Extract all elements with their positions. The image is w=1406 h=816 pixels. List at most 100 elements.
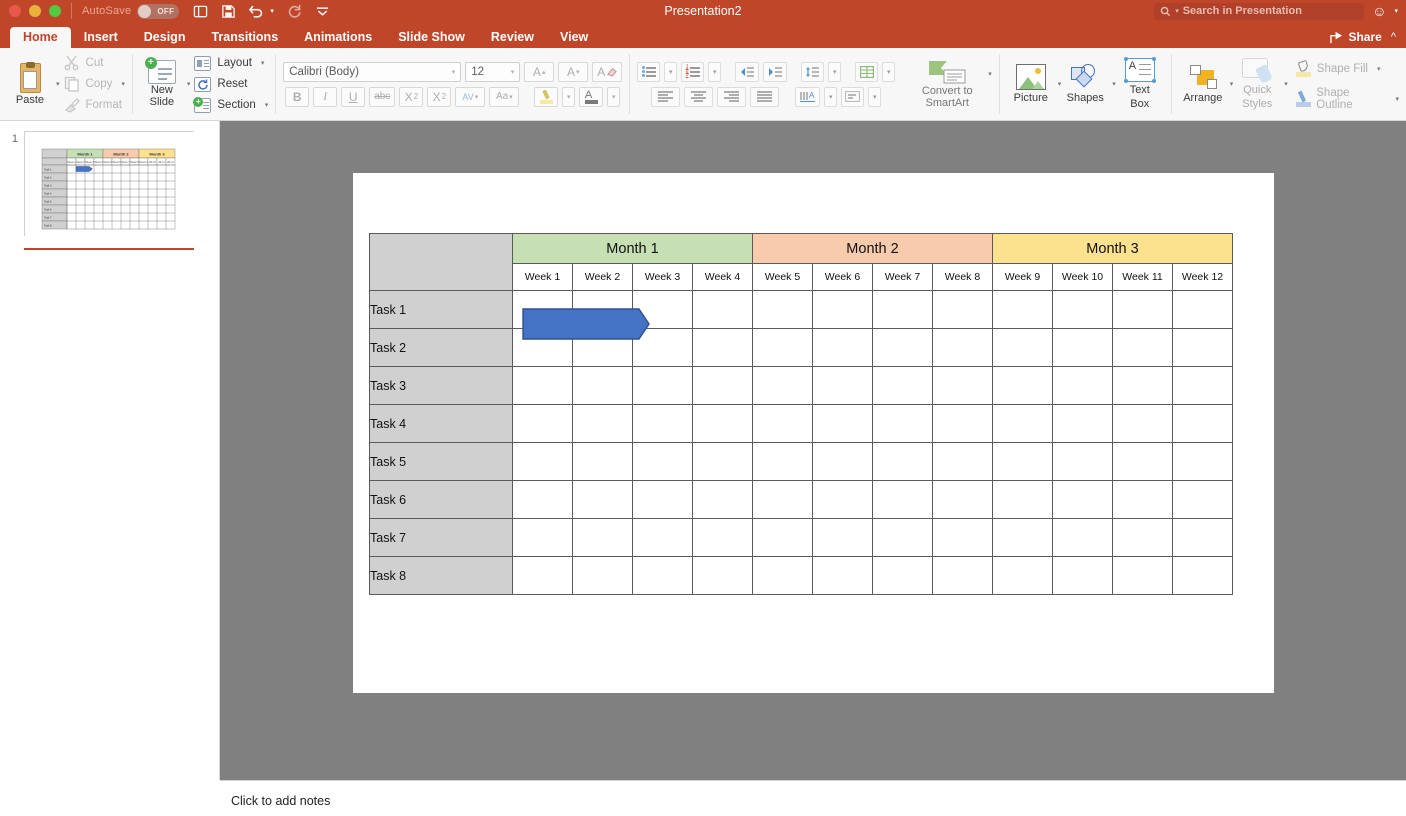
cell-t1-w7[interactable]: [873, 291, 933, 329]
text-direction-button[interactable]: A: [795, 87, 820, 107]
cell-t2-w1[interactable]: [513, 329, 573, 367]
tab-transitions[interactable]: Transitions: [198, 27, 291, 49]
cell-t6-w1[interactable]: [513, 481, 573, 519]
character-spacing-button[interactable]: AV▾: [455, 87, 485, 107]
increase-indent-button[interactable]: [763, 62, 787, 82]
reset-button[interactable]: Reset: [194, 75, 268, 93]
tab-slide-show[interactable]: Slide Show: [385, 27, 478, 49]
cell-t7-w7[interactable]: [873, 519, 933, 557]
search-dropdown-caret[interactable]: ▾: [1175, 7, 1179, 15]
cell-t6-w7[interactable]: [873, 481, 933, 519]
cell-t8-w7[interactable]: [873, 557, 933, 595]
cell-t8-w1[interactable]: [513, 557, 573, 595]
week-header-6[interactable]: Week 6: [813, 264, 873, 291]
autosave-toggle[interactable]: OFF: [137, 4, 179, 19]
tab-design[interactable]: Design: [131, 27, 199, 49]
cell-t5-w10[interactable]: [1053, 443, 1113, 481]
week-header-11[interactable]: Week 11: [1113, 264, 1173, 291]
cell-t2-w12[interactable]: [1173, 329, 1233, 367]
bullet-dropdown-caret[interactable]: ▾: [664, 62, 677, 82]
tab-insert[interactable]: Insert: [71, 27, 131, 49]
cell-t7-w5[interactable]: [753, 519, 813, 557]
cell-t6-w11[interactable]: [1113, 481, 1173, 519]
font-color-dropdown-caret[interactable]: ▾: [607, 87, 620, 107]
notes-pane[interactable]: Click to add notes: [220, 780, 1406, 816]
cell-t7-w10[interactable]: [1053, 519, 1113, 557]
cell-t1-w8[interactable]: [933, 291, 993, 329]
undo-dropdown-caret[interactable]: ▾: [270, 7, 274, 15]
cell-t7-w4[interactable]: [693, 519, 753, 557]
cell-t1-w4[interactable]: [693, 291, 753, 329]
cell-t2-w4[interactable]: [693, 329, 753, 367]
format-painter-button[interactable]: Format: [64, 96, 125, 114]
task-label-4[interactable]: Task 4: [370, 405, 513, 443]
clear-formatting-button[interactable]: A: [592, 62, 622, 82]
copy-dropdown-caret[interactable]: ▾: [121, 80, 125, 88]
week-header-9[interactable]: Week 9: [993, 264, 1053, 291]
cell-t7-w12[interactable]: [1173, 519, 1233, 557]
cell-t2-w7[interactable]: [873, 329, 933, 367]
bullet-list-button[interactable]: [637, 62, 660, 82]
cell-t3-w12[interactable]: [1173, 367, 1233, 405]
underline-button[interactable]: U: [341, 87, 365, 107]
copy-button[interactable]: Copy ▾: [64, 75, 125, 93]
cell-t7-w2[interactable]: [573, 519, 633, 557]
cell-t8-w5[interactable]: [753, 557, 813, 595]
cell-t3-w11[interactable]: [1113, 367, 1173, 405]
cell-t1-w5[interactable]: [753, 291, 813, 329]
section-dropdown-caret[interactable]: ▾: [265, 101, 269, 109]
cut-button[interactable]: Cut: [64, 54, 125, 72]
cell-t8-w9[interactable]: [993, 557, 1053, 595]
cell-t4-w2[interactable]: [573, 405, 633, 443]
line-spacing-dropdown-caret[interactable]: ▾: [828, 62, 841, 82]
text-box-button[interactable]: A Text Box: [1116, 58, 1164, 110]
align-left-button[interactable]: [651, 87, 680, 107]
slide-thumbnail-pane[interactable]: 1 Month 1 Month 2 Month 3: [0, 121, 220, 780]
align-text-button[interactable]: [841, 87, 864, 107]
cell-t4-w11[interactable]: [1113, 405, 1173, 443]
cell-t4-w8[interactable]: [933, 405, 993, 443]
smartart-dropdown-caret[interactable]: ▾: [988, 70, 992, 78]
text-highlight-button[interactable]: [534, 87, 558, 107]
cell-t4-w4[interactable]: [693, 405, 753, 443]
cell-t4-w1[interactable]: [513, 405, 573, 443]
font-size-caret[interactable]: ▾: [511, 68, 515, 76]
bold-button[interactable]: B: [285, 87, 309, 107]
week-header-12[interactable]: Week 12: [1173, 264, 1233, 291]
cell-t7-w1[interactable]: [513, 519, 573, 557]
numbered-list-button[interactable]: 123: [681, 62, 704, 82]
justify-button[interactable]: [750, 87, 779, 107]
customize-toolbar-icon[interactable]: [315, 5, 330, 17]
cell-t5-w9[interactable]: [993, 443, 1053, 481]
italic-button[interactable]: I: [313, 87, 337, 107]
month-header-2[interactable]: Month 2: [753, 234, 993, 264]
task-label-5[interactable]: Task 5: [370, 443, 513, 481]
cell-t4-w3[interactable]: [633, 405, 693, 443]
cell-t3-w4[interactable]: [693, 367, 753, 405]
cell-t2-w10[interactable]: [1053, 329, 1113, 367]
cell-t2-w2[interactable]: [573, 329, 633, 367]
cell-t1-w3[interactable]: [633, 291, 693, 329]
feedback-dropdown-caret[interactable]: ▾: [1394, 7, 1398, 15]
cell-t2-w6[interactable]: [813, 329, 873, 367]
week-header-2[interactable]: Week 2: [573, 264, 633, 291]
cell-t8-w2[interactable]: [573, 557, 633, 595]
columns-button[interactable]: [855, 62, 878, 82]
cell-t6-w5[interactable]: [753, 481, 813, 519]
collapse-ribbon-icon[interactable]: ^: [1391, 31, 1396, 43]
cell-t4-w9[interactable]: [993, 405, 1053, 443]
cell-t3-w9[interactable]: [993, 367, 1053, 405]
tab-view[interactable]: View: [547, 27, 601, 49]
slide-canvas[interactable]: Month 1 Month 2 Month 3 Week 1 Week 2 We…: [353, 173, 1274, 693]
columns-dropdown-caret[interactable]: ▾: [882, 62, 895, 82]
section-button[interactable]: + Section ▾: [194, 96, 268, 114]
quick-styles-button[interactable]: Quick Styles: [1233, 58, 1281, 110]
cell-t5-w8[interactable]: [933, 443, 993, 481]
cell-t6-w4[interactable]: [693, 481, 753, 519]
cell-t8-w3[interactable]: [633, 557, 693, 595]
undo-icon[interactable]: [249, 4, 265, 18]
thumbnail-row[interactable]: 1 Month 1 Month 2 Month 3: [0, 131, 219, 236]
cell-t2-w3[interactable]: [633, 329, 693, 367]
cell-t8-w4[interactable]: [693, 557, 753, 595]
cell-t5-w4[interactable]: [693, 443, 753, 481]
